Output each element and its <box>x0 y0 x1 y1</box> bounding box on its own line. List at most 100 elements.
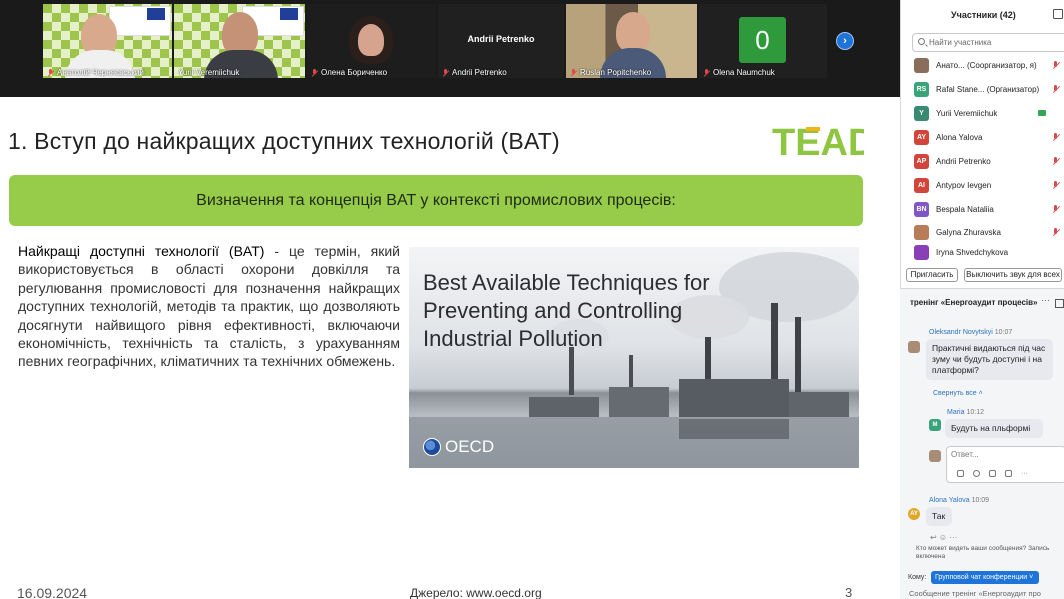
collapse-label: Свернуть все <box>933 390 977 397</box>
next-page-arrow-icon[interactable]: › <box>836 32 854 50</box>
chat-message-input[interactable]: Сообщение тренінг «Енергоаудит про <box>909 589 1041 598</box>
mic-muted-icon[interactable] <box>1052 227 1060 237</box>
shared-slide: 1. Вступ до найкращих доступних технолог… <box>0 97 900 599</box>
mute-all-button[interactable]: Выключить звук для всех <box>964 268 1062 282</box>
message-author: Maria <box>947 409 965 416</box>
participant-name: Andrii Petrenko <box>936 156 991 166</box>
participant-row[interactable]: Анато... (Соорганизатор, я) <box>901 53 1064 77</box>
video-tile-active[interactable]: Yurii Veremiichuk <box>174 4 305 78</box>
participant-row[interactable]: Iryna Shvedchykova <box>901 244 1064 260</box>
participants-title: Участники (42) <box>951 10 1016 20</box>
chat-message: Будуть на пльформі <box>945 419 1043 438</box>
avatar <box>914 57 929 73</box>
mic-muted-icon[interactable] <box>1052 180 1060 190</box>
video-tile[interactable]: Анатолій Черняєвський <box>43 4 172 78</box>
collapse-thread-link[interactable]: Свернуть все ˄ <box>933 390 983 397</box>
mic-muted-icon[interactable] <box>1052 132 1060 142</box>
avatar-initial-tile: 0 <box>739 17 786 63</box>
more-options-icon[interactable]: ··· <box>1041 295 1050 305</box>
avatar: AI <box>914 177 929 193</box>
slide-date: 16.09.2024 <box>17 585 88 599</box>
tead-logo: TEAD <box>772 122 864 163</box>
avatar <box>908 341 920 353</box>
avatar <box>914 224 929 240</box>
reply-input[interactable]: Ответ... ··· <box>946 446 1064 483</box>
eu-flag-icon <box>280 8 298 20</box>
participant-row[interactable]: RS Rafal Stane... (Организатор) <box>901 77 1064 101</box>
file-icon[interactable] <box>989 470 996 477</box>
tile-name-text: Yurii Veremiichuk <box>178 68 240 77</box>
recipient-value: Групповой чат конференции <box>935 574 1028 581</box>
chat-title: тренінг «Енергоаудит процесів» <box>910 298 1038 307</box>
participant-row[interactable]: BN Bespala Nataliia <box>901 197 1064 221</box>
slide-page-number: 3 <box>845 585 853 599</box>
slide-title: 1. Вступ до найкращих доступних технолог… <box>8 128 560 154</box>
eu-flag-icon <box>147 8 165 20</box>
mic-muted-icon[interactable] <box>1052 60 1060 70</box>
oecd-brand-text: OECD <box>445 437 495 456</box>
participant-name: Galyna Zhuravska <box>936 227 1001 237</box>
participants-header: Участники (42) <box>901 0 1064 30</box>
tile-name: Olena Naumchuk <box>703 68 825 77</box>
video-tile[interactable]: Ruslan Popitchenko <box>566 4 697 78</box>
mic-muted-icon <box>47 68 54 77</box>
message-author: Alona Yalova <box>929 497 970 504</box>
avatar <box>929 450 941 462</box>
participant-face <box>616 12 650 52</box>
reaction-icons[interactable]: ↩ ☺ ··· <box>930 533 957 542</box>
message-meta: Alona Yalova 10:09 <box>929 497 989 504</box>
participant-row[interactable]: Galyna Zhuravska <box>901 220 1064 244</box>
oecd-globe-icon <box>423 438 441 456</box>
tile-name: Ruslan Popitchenko <box>570 68 695 77</box>
participant-row[interactable]: AY Alona Yalova <box>901 125 1064 149</box>
screenshot-icon[interactable] <box>1005 470 1012 477</box>
avatar: BN <box>914 201 929 217</box>
recipient-select[interactable]: Групповой чат конференции ˅ <box>931 571 1039 584</box>
bat-cover-title: Best Available Techniques for Preventing… <box>423 270 710 351</box>
avatar: AY <box>914 129 929 145</box>
participant-name: Alona Yalova <box>936 132 983 142</box>
more-options-icon[interactable]: ··· <box>1021 470 1028 477</box>
message-time: 10:09 <box>971 497 990 504</box>
avatar: M <box>929 419 941 431</box>
bat-cover-image: Best Available Techniques for Preventing… <box>409 247 859 468</box>
video-tile[interactable]: Andrii Petrenko Andrii Petrenko <box>438 4 564 78</box>
format-icon[interactable] <box>957 470 964 477</box>
emoji-icon[interactable] <box>973 470 980 477</box>
participant-search-input[interactable]: Найти участника <box>912 33 1064 52</box>
chat-visibility-note[interactable]: Кто может видеть ваши сообщения? Запись … <box>916 545 1064 561</box>
tile-name-text: Олена Бориченко <box>321 68 388 77</box>
message-time: 10:12 <box>966 409 984 416</box>
oecd-brand: OECD <box>423 437 494 457</box>
zoom-meeting-window: Анатолій Черняєвський Yurii Veremiichuk … <box>0 0 1064 599</box>
mic-muted-icon[interactable] <box>1052 156 1060 166</box>
camera-on-icon[interactable] <box>1038 110 1046 116</box>
tile-name: Олена Бориченко <box>311 68 434 77</box>
avatar: AY <box>908 508 920 520</box>
search-icon <box>918 38 925 45</box>
mic-muted-icon <box>442 68 449 77</box>
video-tile[interactable]: Олена Бориченко <box>307 4 436 78</box>
avatar: RS <box>914 81 929 97</box>
tile-name-text: Andrii Petrenko <box>452 68 507 77</box>
popout-icon[interactable] <box>1053 9 1063 19</box>
video-strip: Анатолій Черняєвський Yurii Veremiichuk … <box>0 0 900 97</box>
participant-row[interactable]: Y Yurii Veremiichuk <box>901 101 1064 125</box>
participant-name: Antypov Ievgen <box>936 180 992 190</box>
participant-row[interactable]: AI Antypov Ievgen <box>901 173 1064 197</box>
tile-name: Andrii Petrenko <box>442 68 562 77</box>
mic-muted-icon <box>570 68 577 77</box>
avatar: AP <box>914 153 929 169</box>
mic-muted-icon[interactable] <box>1052 204 1060 214</box>
popout-icon[interactable] <box>1055 299 1064 308</box>
recipient-label: Кому: <box>908 574 927 581</box>
participant-row[interactable]: AP Andrii Petrenko <box>901 149 1064 173</box>
section-banner: Визначення та концепція BAT у контексті … <box>9 175 863 226</box>
mic-muted-icon <box>311 68 318 77</box>
message-meta: Maria 10:12 <box>947 409 984 416</box>
invite-button[interactable]: Пригласить <box>906 268 958 282</box>
chat-panel: тренінг «Енергоаудит процесів» ··· Oleks… <box>900 288 1064 599</box>
slide-source: Джерело: www.oecd.org <box>410 586 542 599</box>
mic-muted-icon[interactable] <box>1052 84 1060 94</box>
tile-name-text: Ruslan Popitchenko <box>580 68 652 77</box>
